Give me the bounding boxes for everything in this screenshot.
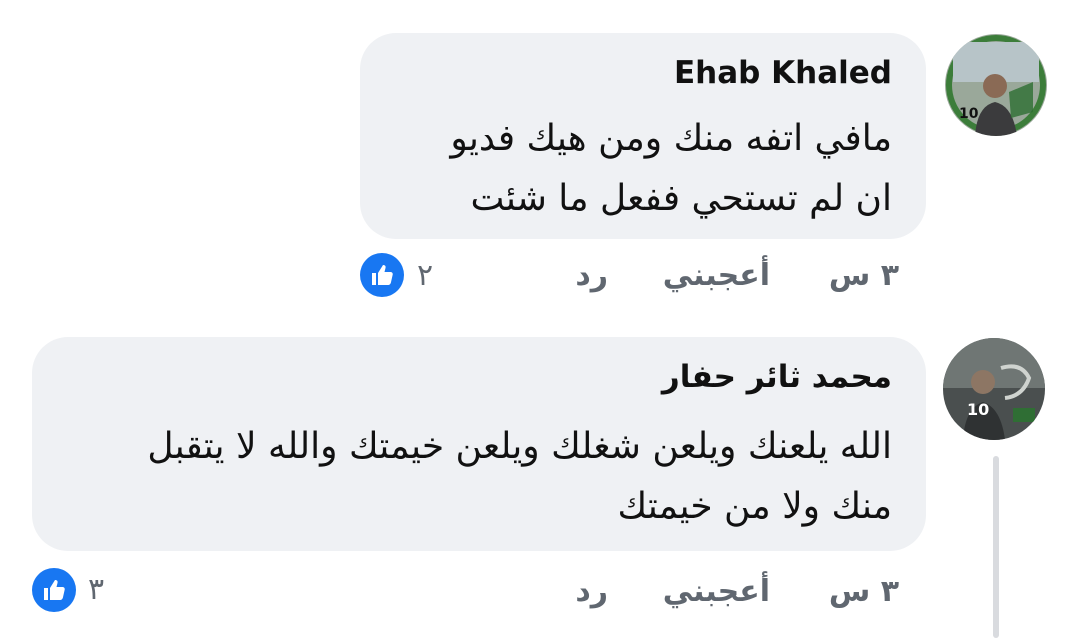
thumbs-up-icon <box>372 265 393 285</box>
profile-photo-frame-icon <box>943 338 1045 440</box>
avatar[interactable]: 10 <box>943 338 1045 440</box>
comment-text-line: مافي اتفه منك ومن هيك فديو <box>450 118 892 159</box>
like-button[interactable]: أعجبني <box>663 574 770 609</box>
comment-time[interactable]: ٣ س <box>829 258 899 293</box>
thumbs-up-icon <box>44 580 65 600</box>
reaction-badge[interactable] <box>32 568 76 612</box>
reaction-count[interactable]: ٢ <box>417 258 433 293</box>
comment-text-line: ان لم تستحي ففعل ما شئت <box>470 178 892 219</box>
comment-bubble: محمد ثائر حفار الله يلعنك ويلعن شغلك ويل… <box>32 337 926 551</box>
comment-text-line: منك ولا من خيمتك <box>617 486 892 527</box>
reply-thread-line <box>993 456 999 638</box>
avatar-badge: 10 <box>967 400 990 419</box>
comment-bubble: Ehab Khaled مافي اتفه منك ومن هيك فديو ا… <box>360 33 926 239</box>
like-button[interactable]: أعجبني <box>663 258 770 293</box>
reaction-count[interactable]: ٣ <box>88 572 104 607</box>
comment-author[interactable]: Ehab Khaled <box>674 55 892 91</box>
avatar-badge: 10 <box>959 106 979 122</box>
reply-button[interactable]: رد <box>575 258 608 293</box>
comment-author[interactable]: محمد ثائر حفار <box>662 359 892 395</box>
reply-button[interactable]: رد <box>575 574 608 609</box>
comment-time[interactable]: ٣ س <box>829 574 899 609</box>
avatar[interactable]: 10 <box>945 34 1047 136</box>
reaction-badge[interactable] <box>360 253 404 297</box>
comment-text-line: الله يلعنك ويلعن شغلك ويلعن خيمتك والله … <box>147 426 892 467</box>
